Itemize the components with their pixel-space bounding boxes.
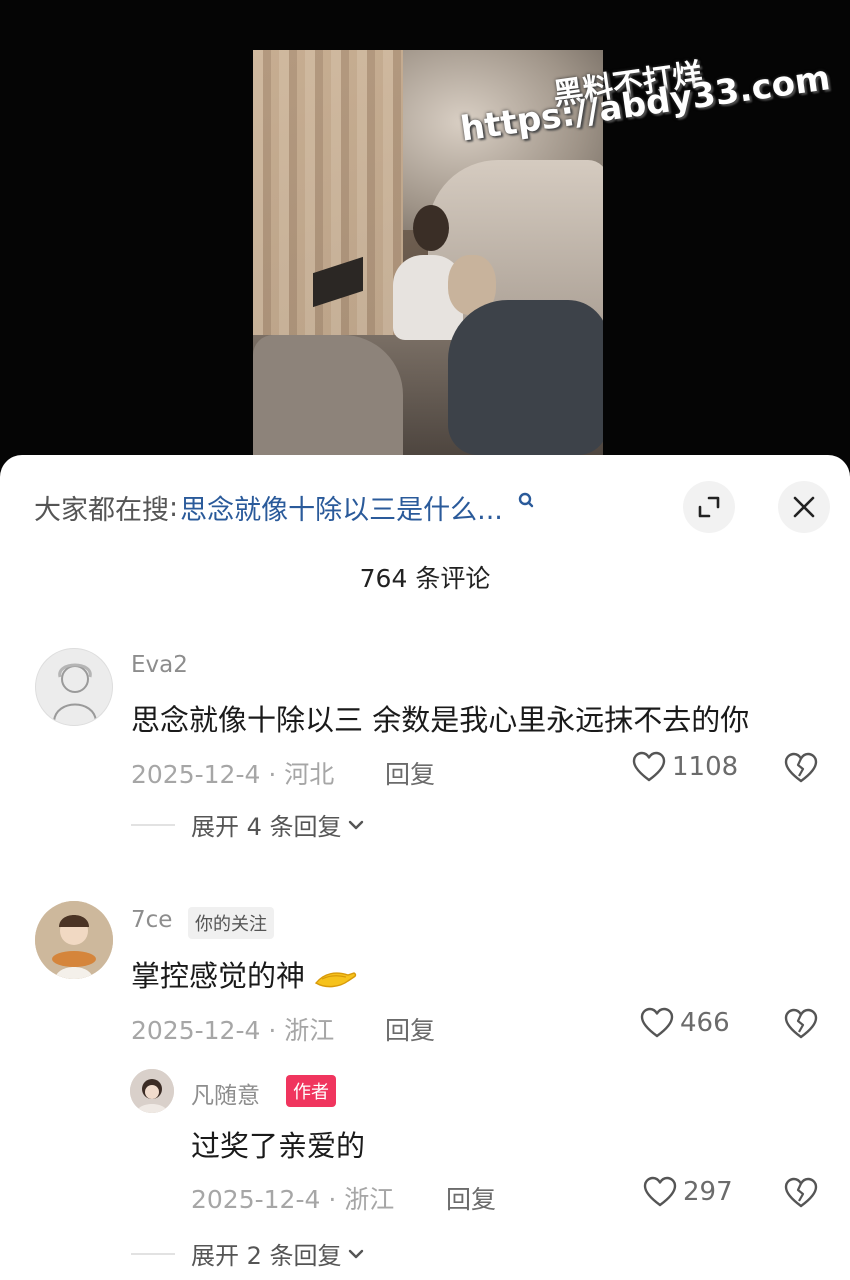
video-blanket: [253, 335, 403, 460]
like-button[interactable]: 297: [643, 1176, 733, 1208]
comment-text: 掌控感觉的神: [131, 953, 358, 995]
avatar[interactable]: [35, 901, 113, 979]
reply-text: 过奖了亲爱的: [191, 1129, 366, 1163]
comment-text: 思念就像十除以三 余数是我心里永远抹不去的你: [131, 703, 750, 737]
chevron-down-icon: [348, 1249, 363, 1258]
video-player[interactable]: 黑料不打烊 https://abdy33.com: [0, 0, 850, 470]
reply-meta: 2025-12-4 · 浙江: [191, 1185, 395, 1214]
avatar[interactable]: [35, 648, 113, 726]
comment-count: 764 条评论: [359, 564, 491, 593]
video-person-head: [413, 205, 449, 251]
reply-button[interactable]: 回复: [385, 755, 435, 791]
expand-replies[interactable]: 展开 2 条回复: [131, 1236, 364, 1271]
comment-text-content: 掌控感觉的神: [131, 959, 306, 993]
broken-heart-icon[interactable]: [784, 752, 818, 784]
reply-avatar[interactable]: [130, 1069, 174, 1113]
avatar-sketch-icon: [53, 663, 97, 722]
expand-replies-label: 展开 4 条回复: [191, 813, 342, 841]
like-count: 1108: [672, 752, 739, 782]
reply-button[interactable]: 回复: [385, 1011, 435, 1047]
like-button[interactable]: 466: [640, 1007, 730, 1039]
chevron-down-icon: [348, 820, 363, 829]
avatar-photo-icon: [130, 1069, 174, 1113]
comment-meta: 2025-12-4 · 浙江: [131, 1016, 335, 1045]
search-term-link[interactable]: 思念就像十除以三是什么...: [180, 488, 503, 527]
heart-icon: [643, 1176, 677, 1207]
search-icon[interactable]: [517, 491, 535, 511]
expand-replies-label: 展开 2 条回复: [191, 1242, 342, 1270]
comment-username[interactable]: Eva2: [131, 652, 188, 678]
search-prefix: 大家都在搜: [34, 494, 169, 526]
like-count: 297: [683, 1177, 733, 1207]
reply-button[interactable]: 回复: [446, 1180, 496, 1216]
author-badge: 作者: [286, 1075, 336, 1107]
like-count: 466: [680, 1008, 730, 1038]
suggested-search[interactable]: 大家都在搜 : 思念就像十除以三是什么...: [34, 487, 535, 527]
broken-heart-icon[interactable]: [784, 1008, 818, 1040]
search-colon: :: [169, 491, 179, 523]
expand-button[interactable]: [683, 481, 735, 533]
following-badge: 你的关注: [188, 907, 274, 939]
expand-icon: [698, 496, 720, 518]
like-button[interactable]: 1108: [632, 751, 738, 783]
avatar-child-icon: [35, 901, 113, 979]
heart-icon: [632, 751, 666, 782]
expand-divider: [131, 823, 175, 826]
reply-username[interactable]: 凡随意: [191, 1076, 260, 1110]
comment-meta: 2025-12-4 · 河北: [131, 760, 335, 789]
comment-username[interactable]: 7ce: [131, 907, 172, 933]
video-plush-shark: [448, 300, 603, 455]
heart-icon: [640, 1007, 674, 1038]
close-icon: [793, 496, 815, 518]
video-curtain: [253, 50, 403, 350]
clap-emoji-icon: [315, 972, 357, 988]
broken-heart-icon[interactable]: [784, 1177, 818, 1209]
expand-divider: [131, 1252, 175, 1255]
comment-sheet: 大家都在搜 : 思念就像十除以三是什么... 764 条评论 Eva2 思念就像…: [0, 455, 850, 1280]
close-button[interactable]: [778, 481, 830, 533]
expand-replies[interactable]: 展开 4 条回复: [131, 807, 364, 842]
